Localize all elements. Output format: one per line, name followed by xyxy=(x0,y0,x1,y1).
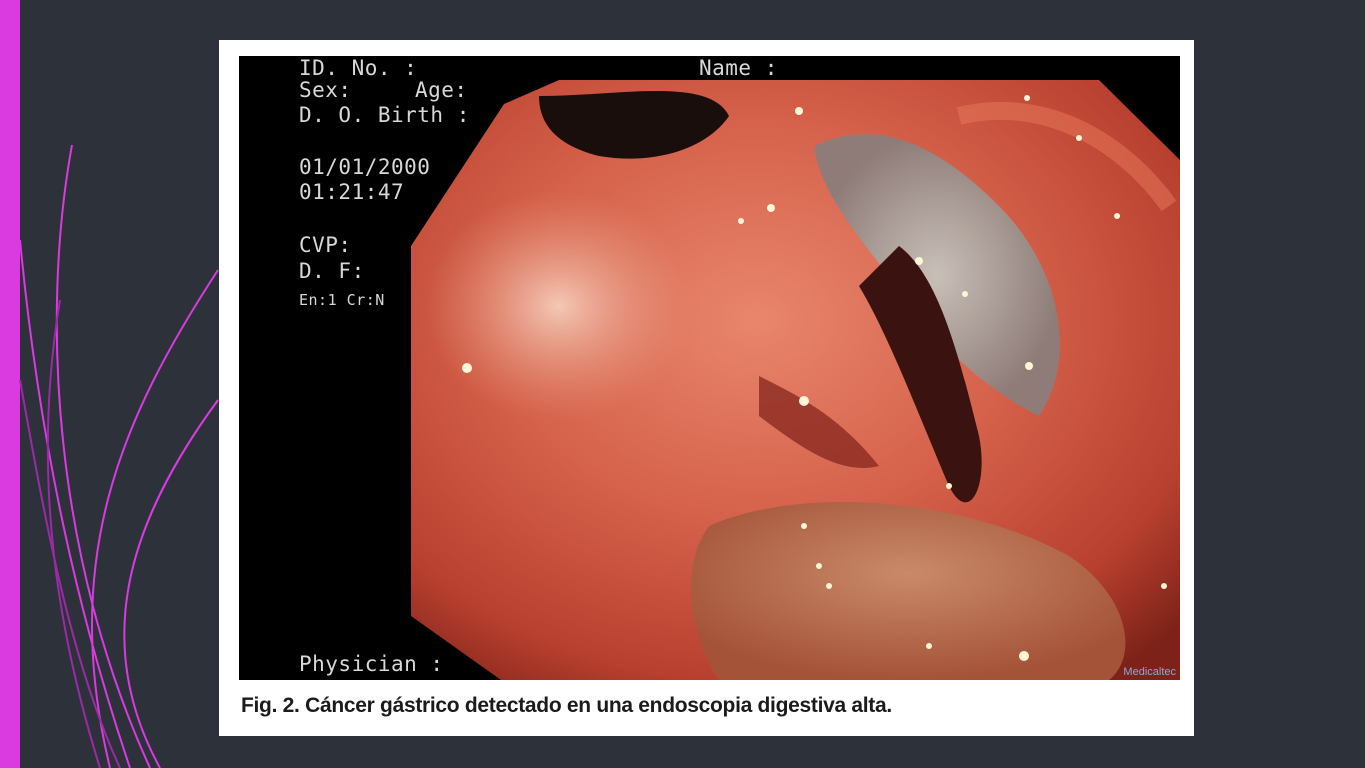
osd-date-of-birth: D. O. Birth : xyxy=(299,103,470,127)
figure-card: ID. No. : Name : Sex: Age: D. O. Birth :… xyxy=(219,40,1194,736)
image-watermark: Medicaltec xyxy=(1123,666,1176,678)
osd-physician: Physician : xyxy=(299,652,444,676)
osd-cvp: CVP: xyxy=(299,233,352,257)
osd-name: Name : xyxy=(699,56,778,80)
endoscopy-image: ID. No. : Name : Sex: Age: D. O. Birth :… xyxy=(239,56,1180,680)
decorative-swooshes xyxy=(19,144,219,768)
figure-caption: Fig. 2. Cáncer gástrico detectado en una… xyxy=(241,694,892,717)
endoscopy-view xyxy=(411,80,1180,680)
osd-sex: Sex: xyxy=(299,78,352,102)
osd-age: Age: xyxy=(415,78,468,102)
osd-date: 01/01/2000 xyxy=(299,155,431,179)
osd-settings: En:1 Cr:N xyxy=(299,291,385,309)
osd-df: D. F: xyxy=(299,259,365,283)
osd-time: 01:21:47 xyxy=(299,180,405,204)
